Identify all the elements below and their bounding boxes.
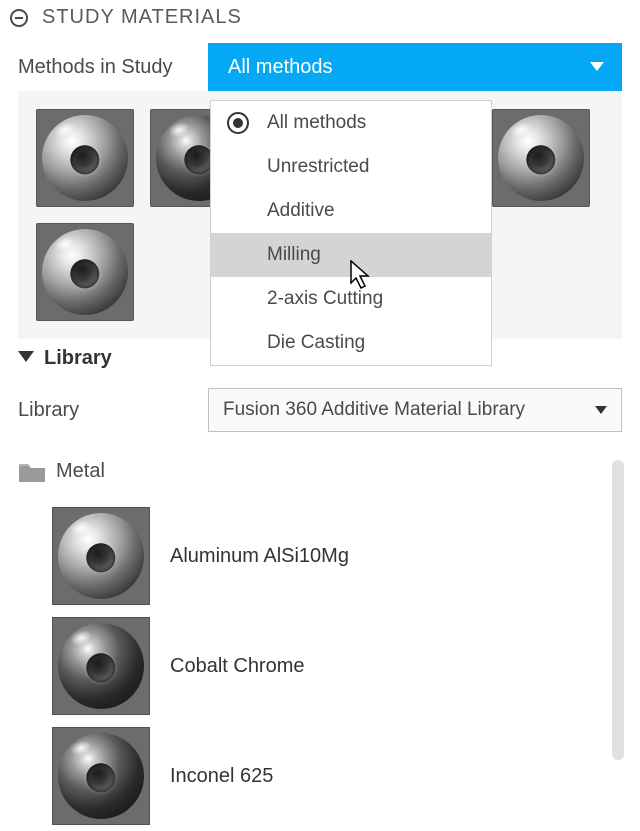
- methods-dropdown-value: All methods: [228, 56, 333, 79]
- chevron-down-icon: [595, 399, 607, 421]
- material-thumbnail[interactable]: [492, 109, 590, 207]
- library-dropdown[interactable]: Fusion 360 Additive Material Library: [208, 388, 622, 432]
- material-category-label: Metal: [56, 460, 105, 483]
- material-thumbnail: [52, 507, 150, 605]
- material-name: Inconel 625: [170, 765, 273, 788]
- material-browser: Metal Aluminum AlSi10Mg Cobalt Chrome Inco…: [18, 460, 622, 831]
- material-thumbnail[interactable]: [36, 109, 134, 207]
- material-item[interactable]: Cobalt Chrome: [18, 611, 622, 721]
- collapse-icon[interactable]: [10, 9, 28, 27]
- methods-option[interactable]: Additive: [211, 189, 491, 233]
- methods-option[interactable]: All methods: [211, 101, 491, 145]
- methods-option[interactable]: 2-axis Cutting: [211, 277, 491, 321]
- methods-option[interactable]: Unrestricted: [211, 145, 491, 189]
- methods-option-label: All methods: [267, 112, 366, 134]
- panel-title: STUDY MATERIALS: [42, 6, 242, 29]
- methods-option-label: Milling: [267, 244, 321, 266]
- material-item[interactable]: Inconel 625: [18, 721, 622, 831]
- material-thumbnail: [52, 727, 150, 825]
- library-dropdown-value: Fusion 360 Additive Material Library: [223, 399, 525, 421]
- library-select-row: Library Fusion 360 Additive Material Lib…: [0, 388, 640, 460]
- methods-option[interactable]: Die Casting: [211, 321, 491, 365]
- radio-checked-icon: [227, 112, 249, 134]
- methods-row: Methods in Study All methods: [0, 43, 640, 91]
- library-select-label: Library: [18, 399, 208, 422]
- material-name: Aluminum AlSi10Mg: [170, 545, 349, 568]
- methods-option-label: Die Casting: [267, 332, 365, 354]
- methods-dropdown-list: All methods Unrestricted Additive Milling 2-…: [210, 100, 492, 366]
- methods-option-label: Unrestricted: [267, 156, 369, 178]
- material-name: Cobalt Chrome: [170, 655, 305, 678]
- material-category[interactable]: Metal: [18, 460, 622, 501]
- methods-option[interactable]: Milling: [211, 233, 491, 277]
- material-thumbnail: [52, 617, 150, 715]
- material-thumbnail[interactable]: [36, 223, 134, 321]
- material-item[interactable]: Aluminum AlSi10Mg: [18, 501, 622, 611]
- chevron-down-icon: [590, 62, 604, 72]
- chevron-down-icon: [18, 350, 34, 368]
- methods-dropdown[interactable]: All methods: [208, 43, 622, 91]
- scrollbar[interactable]: [612, 460, 624, 760]
- methods-option-label: 2-axis Cutting: [267, 288, 383, 310]
- methods-option-label: Additive: [267, 200, 335, 222]
- library-section-title: Library: [44, 347, 112, 370]
- panel-header: STUDY MATERIALS: [0, 0, 640, 43]
- folder-icon: [18, 461, 46, 483]
- methods-label: Methods in Study: [18, 56, 208, 79]
